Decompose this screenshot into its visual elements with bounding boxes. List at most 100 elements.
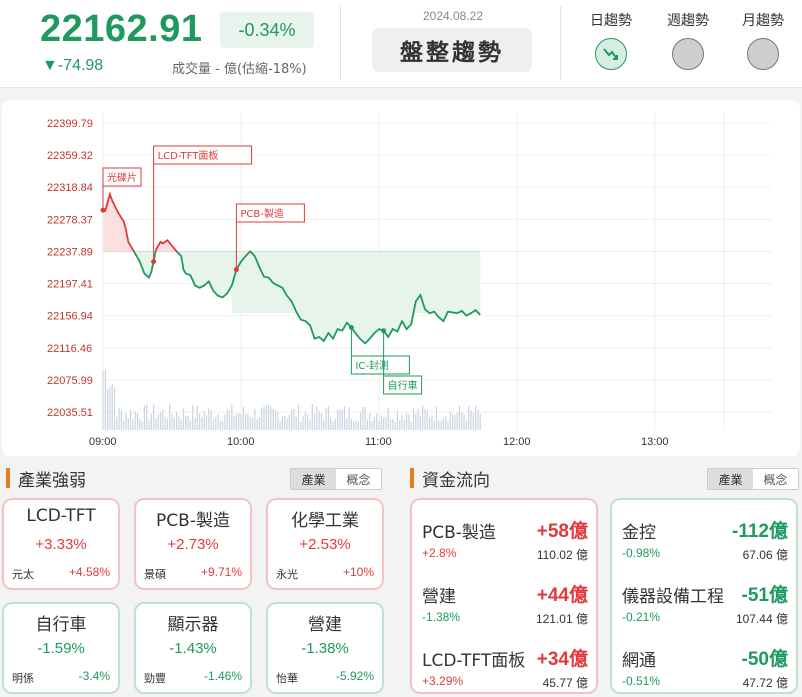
- industry-change-percent: -1.43%: [169, 640, 217, 657]
- leading-stock-change: -5.92%: [335, 669, 374, 683]
- fund-flow-amount: +44億: [536, 585, 588, 606]
- fund-flow-toggle: 產業 概念: [707, 468, 799, 490]
- intraday-chart-panel: 22399.79 22359.32 22318.84 22278.37 22237.89…: [2, 100, 800, 456]
- fund-flow-change-percent: -0.51%: [622, 674, 661, 688]
- fund-flow-volume: 121.01 億: [535, 612, 588, 626]
- fund-flow-item[interactable]: 金控 -112億 -0.98% 67.06 億: [612, 508, 796, 568]
- index-change-points: ▼-74.98: [42, 57, 104, 74]
- industry-change-percent: -1.59%: [37, 640, 85, 657]
- y-tick-label: 22399.79: [47, 118, 93, 130]
- index-value: 22162.91: [40, 8, 203, 50]
- y-tick-label: 22359.32: [47, 150, 93, 162]
- toggle-industry[interactable]: 產業: [291, 469, 336, 489]
- fund-flow-industry-name: 金控: [622, 523, 656, 543]
- fund-flow-change-percent: +3.29%: [422, 674, 464, 688]
- trend-status-label: 盤整趨勢: [372, 28, 532, 72]
- fund-flow-volume: 67.06 億: [742, 548, 788, 562]
- fund-flow-volume: 45.77 億: [542, 676, 588, 690]
- fund-flow-change-percent: -0.21%: [622, 610, 661, 624]
- annotation-label: 光碟片: [107, 171, 137, 184]
- leading-stock-name: 勁豐: [144, 672, 166, 685]
- toggle-concept[interactable]: 概念: [336, 469, 381, 489]
- fund-flow-item[interactable]: 營建 +44億 -1.38% 121.01 億: [412, 572, 596, 632]
- industry-card[interactable]: PCB-製造 +2.73% 景碩 +9.71%: [134, 498, 252, 590]
- toggle-concept[interactable]: 概念: [753, 469, 798, 489]
- index-header: 22162.91 -0.34% ▼-74.98 成交量 - 億(估縮-18%) …: [0, 0, 802, 88]
- leading-stock-name: 永光: [276, 568, 298, 581]
- trend-weekly-indicator[interactable]: [672, 38, 704, 70]
- fund-flow-item[interactable]: 網通 -50億 -0.51% 47.72 億: [612, 636, 796, 696]
- annotation-dot: [100, 207, 106, 213]
- fund-flow-industry-name: PCB-製造: [422, 523, 496, 543]
- industry-name: LCD-TFT: [26, 506, 96, 526]
- trend-down-arrow-icon[interactable]: [595, 38, 627, 70]
- annotation-dot: [348, 325, 354, 331]
- fund-flow-industry-name: 網通: [622, 651, 656, 671]
- leading-stock-name: 怡華: [276, 672, 298, 685]
- fund-flow-volume: 110.02 億: [536, 548, 588, 562]
- trend-weekly[interactable]: 週趨勢: [656, 10, 720, 70]
- toggle-industry[interactable]: 產業: [708, 469, 753, 489]
- industry-card[interactable]: 營建 -1.38% 怡華 -5.92%: [266, 602, 384, 694]
- fund-flow-amount: -51億: [741, 585, 788, 606]
- industry-toggle: 產業 概念: [290, 468, 382, 490]
- fund-flow-item[interactable]: LCD-TFT面板 +34億 +3.29% 45.77 億: [412, 636, 596, 696]
- section-accent-bar: [6, 468, 10, 488]
- fund-flow-amount: +34億: [536, 649, 588, 670]
- industry-name: PCB-製造: [156, 511, 230, 531]
- fund-flow-title: 資金流向: [422, 470, 490, 491]
- fund-flow-change-percent: +2.8%: [422, 546, 457, 560]
- industry-card[interactable]: 自行車 -1.59% 明係 -3.4%: [2, 602, 120, 694]
- trade-date: 2024.08.22: [422, 9, 484, 23]
- trend-daily[interactable]: 日趨勢: [579, 10, 643, 70]
- x-tick-label: 11:00: [365, 436, 392, 448]
- intraday-chart[interactable]: 22399.79 22359.32 22318.84 22278.37 22237.89…: [2, 100, 800, 456]
- fund-flow-amount: -112億: [732, 521, 788, 542]
- y-tick-label: 22237.89: [47, 246, 93, 258]
- fund-flow-change-percent: -1.38%: [422, 610, 461, 624]
- industry-strength-header: 產業強弱: [6, 466, 86, 491]
- annotation-dot: [381, 328, 387, 334]
- annotation-dot: [151, 259, 157, 265]
- trend-daily-label: 日趨勢: [590, 13, 632, 29]
- industry-change-percent: +3.33%: [35, 536, 87, 553]
- trend-monthly-label: 月趨勢: [742, 13, 784, 29]
- trend-monthly-indicator[interactable]: [747, 38, 779, 70]
- annotation-label: 自行車: [388, 379, 418, 392]
- fund-flow-item[interactable]: PCB-製造 +58億 +2.8% 110.02 億: [412, 508, 596, 568]
- industry-card[interactable]: 化學工業 +2.53% 永光 +10%: [266, 498, 384, 590]
- y-tick-label: 22035.51: [47, 407, 93, 419]
- y-tick-label: 22197.41: [47, 279, 93, 291]
- y-tick-label: 22156.94: [47, 311, 93, 323]
- leading-stock-change: +4.58%: [68, 565, 110, 579]
- leading-stock-name: 明係: [12, 672, 34, 685]
- fund-flow-industry-name: LCD-TFT面板: [422, 651, 526, 671]
- industry-strength-title: 產業強弱: [18, 470, 86, 491]
- leading-stock-change: -3.4%: [78, 669, 110, 683]
- leading-stock-name: 元太: [12, 568, 34, 581]
- y-tick-label: 22075.99: [47, 375, 93, 387]
- x-tick-label: 09:00: [89, 436, 117, 448]
- annotation-label: PCB-製造: [240, 207, 283, 220]
- leading-stock-change: +10%: [342, 565, 374, 579]
- fund-flow-amount: +58億: [536, 521, 588, 542]
- section-accent-bar: [410, 468, 414, 488]
- x-tick-label: 12:00: [503, 436, 531, 448]
- y-tick-label: 22278.37: [47, 214, 93, 226]
- fund-flow-volume: 107.44 億: [735, 612, 788, 626]
- industry-card[interactable]: LCD-TFT +3.33% 元太 +4.58%: [2, 498, 120, 590]
- industry-name: 自行車: [35, 615, 87, 635]
- industry-change-percent: -1.38%: [301, 640, 349, 657]
- fund-flow-amount: -50億: [741, 649, 788, 670]
- fund-flow-change-percent: -0.98%: [622, 546, 661, 560]
- industry-name: 營建: [308, 615, 342, 635]
- header-divider: [340, 6, 341, 80]
- industry-card[interactable]: 顯示器 -1.43% 勁豐 -1.46%: [134, 602, 252, 694]
- x-tick-label: 13:00: [641, 436, 669, 448]
- fund-flow-header: 資金流向: [410, 466, 490, 491]
- x-tick-label: 10:00: [227, 436, 255, 448]
- fund-flow-item[interactable]: 儀器設備工程 -51億 -0.21% 107.44 億: [612, 572, 796, 632]
- trend-monthly[interactable]: 月趨勢: [731, 10, 795, 70]
- leading-stock-change: +9.71%: [200, 565, 242, 579]
- header-divider: [560, 6, 561, 80]
